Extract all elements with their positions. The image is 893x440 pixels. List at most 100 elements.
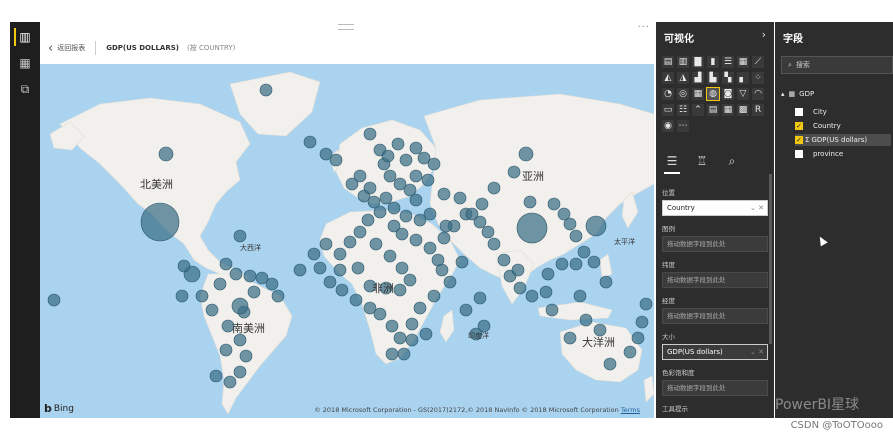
map-bubble[interactable] [307, 247, 321, 261]
100-column-icon[interactable]: ▦ [737, 56, 749, 68]
map-bubble[interactable] [361, 213, 375, 227]
stacked-bar-icon[interactable]: ▤ [662, 56, 674, 68]
checkbox-icon[interactable]: ✓ [795, 122, 803, 130]
map-bubble[interactable] [47, 293, 61, 307]
r-visual-icon[interactable]: R [752, 104, 764, 116]
checkbox-icon[interactable] [795, 108, 803, 116]
map-bubble[interactable] [516, 212, 548, 244]
ribbon-icon[interactable]: ▚ [722, 72, 734, 84]
map-bubble[interactable] [487, 181, 501, 195]
map-bubble[interactable] [525, 289, 539, 303]
map-bubble[interactable] [351, 261, 365, 275]
treemap-icon[interactable]: ▦ [692, 88, 704, 100]
map-bubble[interactable] [623, 345, 637, 359]
well-drop-zone[interactable]: 拖动数据字段到此处 [662, 236, 768, 252]
scatter-icon[interactable]: ⁘ [752, 72, 764, 84]
map-bubble[interactable] [223, 375, 237, 389]
well-drop-zone[interactable]: 拖动数据字段到此处 [662, 380, 768, 396]
resize-grip[interactable] [338, 24, 354, 30]
well-field-remove-icon[interactable]: ⌄ ✕ [750, 201, 764, 215]
collapse-chevron-icon[interactable]: › [762, 28, 766, 41]
map-bubble[interactable] [423, 241, 437, 255]
map-bubble[interactable] [473, 291, 487, 305]
map-bubble[interactable] [573, 289, 587, 303]
well-field[interactable]: Country ⌄ ✕ [662, 200, 768, 216]
map-bubble[interactable] [413, 301, 427, 315]
map-bubble[interactable] [265, 277, 279, 291]
table-node-gdp[interactable]: ▴ ▦ GDP [781, 90, 814, 98]
map-bubble[interactable] [373, 205, 387, 219]
matrix-icon[interactable]: ▩ [737, 104, 749, 116]
well-field[interactable]: GDP(US dollars) ⌄ ✕ [662, 344, 768, 360]
map-bubble[interactable] [195, 289, 209, 303]
funnel-icon[interactable]: ▽ [737, 88, 749, 100]
map-bubble[interactable] [513, 281, 527, 295]
map-bubble[interactable] [409, 193, 423, 207]
map-bubble[interactable] [233, 365, 247, 379]
format-paint-roller-icon[interactable]: ♖ [694, 154, 710, 174]
map-bubble[interactable] [439, 219, 453, 233]
stacked-area-icon[interactable]: ◮ [677, 72, 689, 84]
field-row-gdp-us-dollars-[interactable]: ✓ Σ GDP(US dollars) [795, 134, 891, 146]
map-bubble[interactable] [453, 191, 467, 205]
fields-search-input[interactable]: ⌕ 搜索 [781, 56, 893, 74]
checkbox-icon[interactable]: ✓ [795, 136, 803, 144]
back-to-report-button[interactable]: ‹ 返回报表 [48, 41, 85, 56]
map-bubble[interactable] [383, 249, 397, 263]
map-bubble[interactable] [419, 327, 433, 341]
map-bubble[interactable] [175, 289, 189, 303]
terms-link[interactable]: Terms [621, 406, 640, 414]
map-bubble[interactable] [487, 237, 501, 251]
map-bubble[interactable] [403, 273, 417, 287]
map-bubble[interactable] [639, 297, 653, 311]
kpi-icon[interactable]: ⌃ [692, 104, 704, 116]
map-bubble[interactable] [333, 263, 347, 277]
map-bubble[interactable] [213, 277, 227, 291]
waterfall-icon[interactable]: ▖ [737, 72, 749, 84]
fields-tab-icon[interactable]: ☰ [664, 154, 680, 174]
map-bubble[interactable] [465, 207, 479, 221]
map-bubble[interactable] [481, 225, 495, 239]
map-bubble[interactable] [399, 209, 413, 223]
report-view-icon[interactable]: ▥ [14, 28, 34, 46]
map-bubble[interactable] [343, 235, 357, 249]
map-bubble[interactable] [209, 369, 223, 383]
map-bubble[interactable] [541, 267, 555, 281]
slicer-icon[interactable]: ▤ [707, 104, 719, 116]
map-bubble[interactable] [158, 146, 174, 162]
map-bubble[interactable] [409, 141, 423, 155]
map-bubble[interactable] [443, 275, 457, 289]
map-bubble[interactable] [563, 217, 577, 231]
map-bubble[interactable] [599, 275, 613, 289]
stacked-column-icon[interactable]: ▇ [692, 56, 704, 68]
map-bubble[interactable] [409, 233, 423, 247]
filled-map-icon[interactable]: ◙ [722, 88, 734, 100]
line-clustered-icon[interactable]: ▙ [707, 72, 719, 84]
field-row-country[interactable]: ✓ Country [795, 120, 891, 132]
map-bubble[interactable] [231, 297, 249, 315]
map-bubble[interactable] [459, 303, 473, 317]
map-bubble[interactable] [319, 237, 333, 251]
relationships-view-icon[interactable]: ⧉ [16, 80, 34, 98]
map-bubble[interactable] [395, 227, 409, 241]
line-column-icon[interactable]: ▟ [692, 72, 704, 84]
map-bubble[interactable] [405, 333, 419, 347]
map-bubble[interactable] [379, 191, 393, 205]
map-bubble[interactable] [395, 261, 409, 275]
map-bubble[interactable] [511, 263, 525, 277]
map-bubble[interactable] [259, 83, 273, 97]
map-bubble[interactable] [323, 275, 337, 289]
map-bubble[interactable] [329, 153, 343, 167]
map-bubble[interactable] [333, 247, 347, 261]
map-bubble[interactable] [585, 215, 607, 237]
map-bubble[interactable] [437, 231, 451, 245]
map-bubble[interactable] [409, 169, 423, 183]
map-bubble[interactable] [385, 347, 399, 361]
map-bubble[interactable] [219, 343, 233, 357]
map-bubble[interactable] [518, 146, 534, 162]
map-bubble[interactable] [205, 303, 219, 317]
map-bubble[interactable] [427, 289, 441, 303]
map-bubble[interactable] [397, 347, 411, 361]
map-bubble[interactable] [421, 173, 435, 187]
card-icon[interactable]: ▭ [662, 104, 674, 116]
